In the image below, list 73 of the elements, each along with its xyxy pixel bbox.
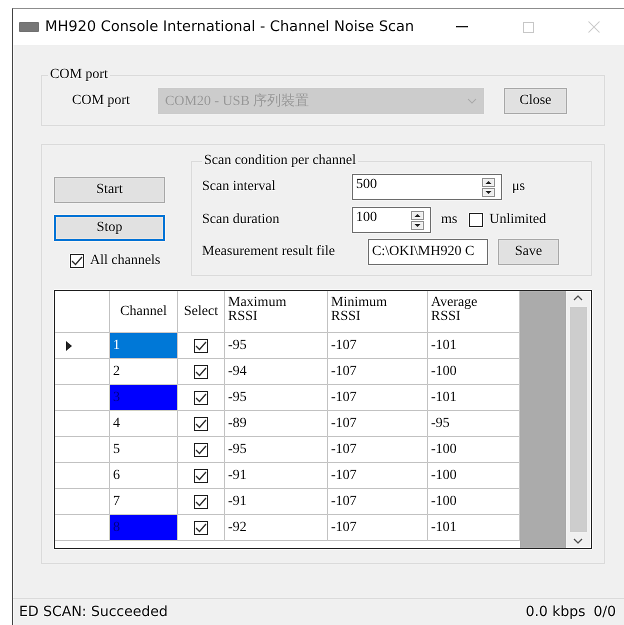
table-cell: -107 [328,333,428,359]
select-checkbox[interactable] [194,390,208,404]
input-field[interactable]: 100 [352,207,431,233]
table-cell: -107 [328,489,428,515]
table-cell: -92 [225,515,328,541]
table-cell: 8 [110,515,178,541]
unit-label: ms [441,212,458,228]
table-cell: -100 [428,437,520,463]
minimize-icon[interactable] [456,26,468,28]
table-cell: -100 [428,359,520,385]
input-field[interactable]: 500 [352,174,502,200]
field-label: Scan interval [202,179,276,195]
table-cell: -94 [225,359,328,385]
table-cell: -91 [225,489,328,515]
select-checkbox[interactable] [194,468,208,482]
group-title: COM port [49,67,109,83]
column-header[interactable]: Channel [110,291,178,333]
table-cell: 1 [110,333,178,359]
select-checkbox[interactable] [194,364,208,378]
table-cell: -95 [225,437,328,463]
field-label: Scan duration [202,212,280,228]
table-cell: -95 [225,333,328,359]
field-label: Measurement result file [202,244,336,260]
table-cell: 3 [110,385,178,411]
com-port-label: COM port [72,93,130,109]
checkbox-label: All channels [90,253,160,269]
table-cell: -101 [428,385,520,411]
all-channels-checkbox[interactable] [70,254,84,268]
start-button[interactable]: Start [54,177,165,203]
row-header[interactable] [55,333,110,359]
select-checkbox[interactable] [194,416,208,430]
app-icon [19,22,39,32]
table-cell: -107 [328,437,428,463]
table-cell: -101 [428,515,520,541]
data-rate: 0.0 kbps [526,604,586,620]
window-title: MH920 Console International - Channel Noise Scan [45,19,416,35]
select-checkbox[interactable] [194,338,208,352]
table-cell: -107 [328,411,428,437]
table-cell: -100 [428,463,520,489]
column-header[interactable]: Minimum RSSI [328,291,428,333]
column-header[interactable]: Select [178,291,225,333]
unit-label: μs [512,179,525,195]
select-checkbox[interactable] [194,442,208,456]
select-checkbox[interactable] [194,494,208,508]
table-cell: -100 [428,489,520,515]
scrollbar[interactable] [566,291,590,548]
table-cell: 6 [110,463,178,489]
table-cell: -107 [328,359,428,385]
select-checkbox[interactable] [194,520,208,534]
table-cell: 7 [110,489,178,515]
column-header[interactable]: Average RSSI [428,291,520,333]
checkbox-label: Unlimited [489,212,546,228]
table-cell: -95 [428,411,520,437]
table-cell: -89 [225,411,328,437]
packet-count: 0/0 [593,604,616,620]
table-cell: -95 [225,385,328,411]
save-button[interactable]: Save [498,239,559,265]
input-field[interactable]: C:\OKI\MH920 C [368,239,488,265]
status-message: ED SCAN: Succeeded [19,604,169,620]
unlimited-checkbox[interactable] [469,213,484,227]
table-cell: -101 [428,333,520,359]
table-cell: 5 [110,437,178,463]
table-cell: -91 [225,463,328,489]
table-cell: -107 [328,463,428,489]
table-cell: 4 [110,411,178,437]
scroll-down-icon[interactable] [573,538,583,544]
table-cell: -107 [328,515,428,541]
table-cell: -107 [328,385,428,411]
stop-button[interactable]: Stop [54,215,165,241]
column-header[interactable]: Maximum RSSI [225,291,328,333]
group-title: Scan condition per channel [203,153,358,169]
table-cell: 2 [110,359,178,385]
scroll-up-icon[interactable] [573,295,583,301]
